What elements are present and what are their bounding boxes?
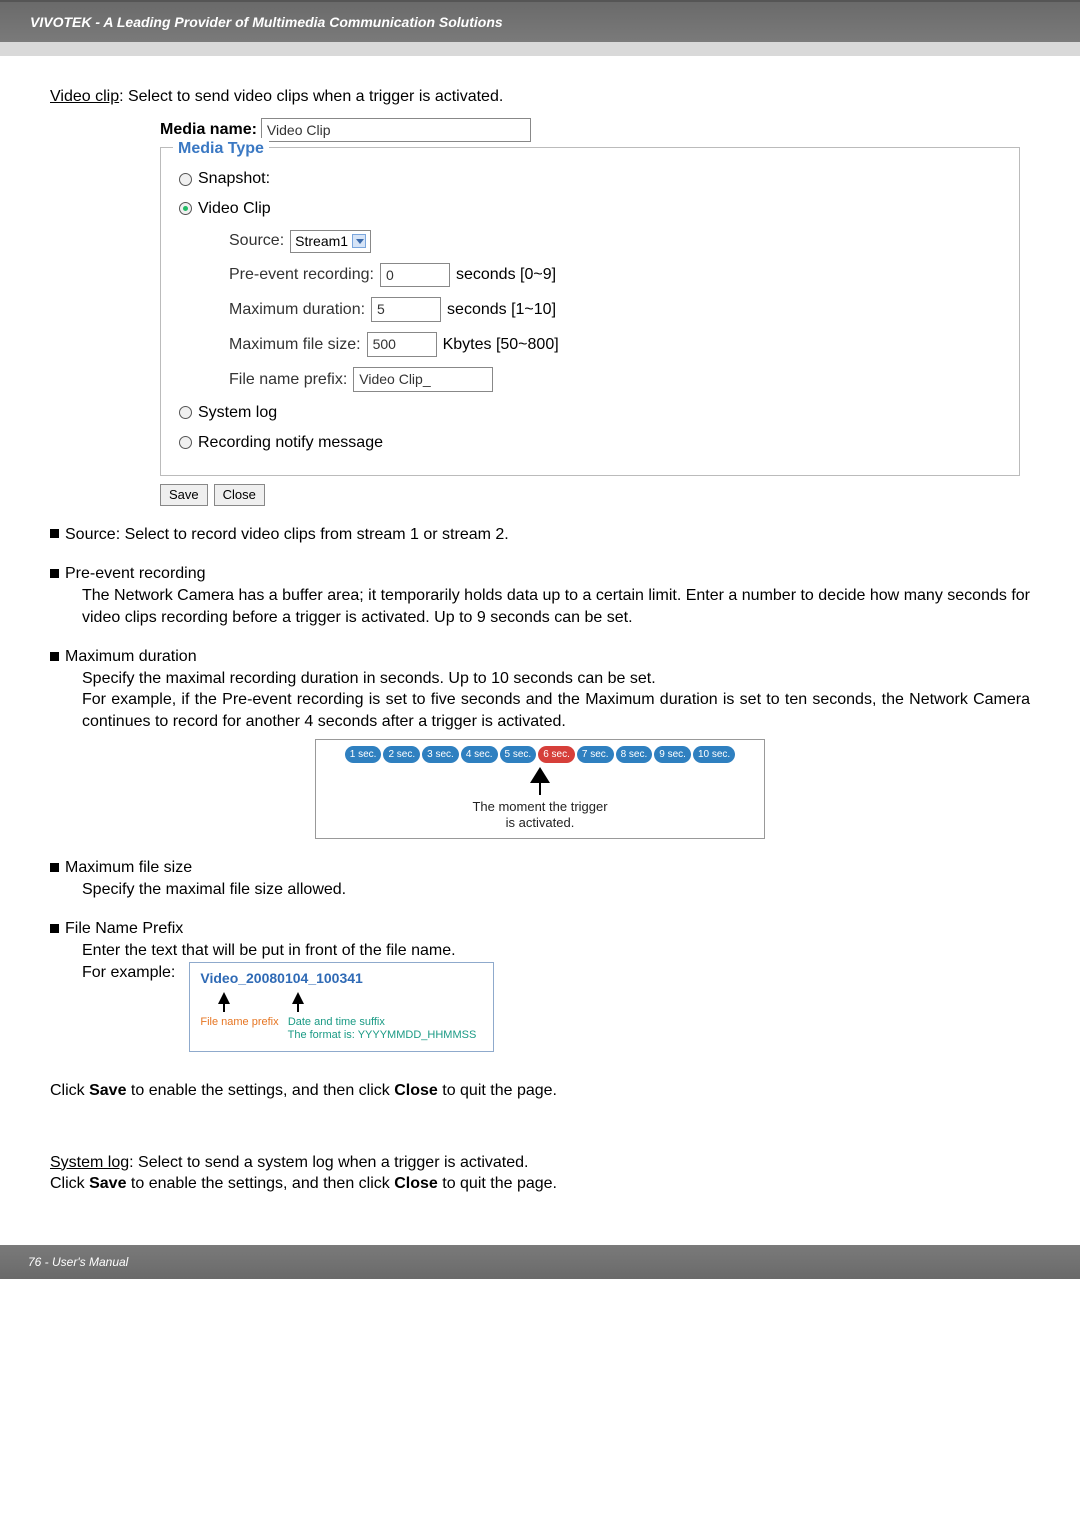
system-log-lead: System log	[50, 1154, 129, 1171]
timeline-pill: 4 sec.	[461, 746, 498, 764]
bullet-maxdur: Maximum duration	[50, 646, 1030, 668]
for-example-text: For example:	[82, 962, 175, 984]
file-prefix-label: File name prefix:	[229, 369, 347, 391]
video-clip-lead: Video clip	[50, 88, 119, 105]
prefix-left-label: File name prefix	[200, 1016, 278, 1028]
chevron-down-icon	[352, 234, 366, 248]
timeline-caption-1: The moment the trigger	[324, 799, 756, 815]
sc1d: Close	[394, 1082, 438, 1099]
arrow-up-icon	[530, 767, 550, 783]
file-prefix-field[interactable]: Video Clip_	[353, 367, 493, 392]
save-close-para-1: Click Save to enable the settings, and t…	[50, 1080, 1030, 1102]
sc2e: to quit the page.	[438, 1175, 557, 1192]
system-log-intro: System log: Select to send a system log …	[50, 1152, 1030, 1174]
source-value: Stream1	[295, 232, 348, 251]
media-name-field[interactable]: Video Clip	[261, 118, 531, 143]
bullet-fileprefix-title: File Name Prefix	[65, 920, 183, 937]
bullet-fileprefix: File Name Prefix	[50, 918, 1030, 940]
sc2b: Save	[89, 1175, 126, 1192]
prefix-example-filename: Video_20080104_100341	[200, 969, 483, 988]
fileprefix-body: Enter the text that will be put in front…	[82, 940, 1030, 962]
sc1e: to quit the page.	[438, 1082, 557, 1099]
maxfile-body: Specify the maximal file size allowed.	[82, 879, 1030, 901]
pre-event-label: Pre-event recording:	[229, 264, 374, 286]
pre-event-suffix: seconds [0~9]	[456, 264, 556, 286]
arrow-up-icon	[292, 992, 304, 1004]
timeline-pill: 1 sec.	[345, 746, 382, 764]
timeline-pills: 1 sec.2 sec.3 sec.4 sec.5 sec.6 sec.7 se…	[324, 746, 756, 764]
page-footer: 76 - User's Manual	[0, 1245, 1080, 1279]
footer-page-label: 76 - User's Manual	[28, 1255, 128, 1269]
bullet-maxfile: Maximum file size	[50, 857, 1030, 879]
max-duration-field[interactable]: 5	[371, 297, 441, 322]
sc2a: Click	[50, 1175, 89, 1192]
media-type-fieldset: Media Type Snapshot: Video Clip Source: …	[160, 147, 1020, 476]
bullet-source: Source: Select to record video clips fro…	[50, 524, 1030, 546]
bullet-maxdur-title: Maximum duration	[65, 648, 197, 665]
timeline-pill: 9 sec.	[654, 746, 691, 764]
save-close-para-2: Click Save to enable the settings, and t…	[50, 1173, 1030, 1195]
video-clip-rest: : Select to send video clips when a trig…	[119, 88, 503, 105]
timeline-pill: 5 sec.	[500, 746, 537, 764]
system-log-radio[interactable]	[179, 406, 192, 419]
prefix-right-label-1: Date and time suffix	[288, 1016, 385, 1028]
video-clip-label: Video Clip	[198, 198, 271, 220]
timeline-pill: 3 sec.	[422, 746, 459, 764]
recording-notify-radio[interactable]	[179, 436, 192, 449]
max-duration-suffix: seconds [1~10]	[447, 299, 556, 321]
arrow-up-icon	[218, 992, 230, 1004]
system-log-label: System log	[198, 402, 277, 424]
timeline-caption-2: is activated.	[324, 815, 756, 831]
source-label: Source:	[229, 230, 284, 252]
header-divider	[0, 42, 1080, 56]
bullet-source-text: Source: Select to record video clips fro…	[65, 526, 509, 543]
timeline-pill: 7 sec.	[577, 746, 614, 764]
preevent-body: The Network Camera has a buffer area; it…	[82, 585, 1030, 628]
timeline-pill: 10 sec.	[693, 746, 735, 764]
media-form: Media name: Video Clip Media Type Snapsh…	[160, 118, 1030, 506]
bullet-preevent: Pre-event recording	[50, 563, 1030, 585]
page-header: VIVOTEK - A Leading Provider of Multimed…	[0, 0, 1080, 42]
sc1a: Click	[50, 1082, 89, 1099]
media-type-legend: Media Type	[173, 138, 269, 160]
header-title: VIVOTEK - A Leading Provider of Multimed…	[30, 14, 503, 30]
sc1c: to enable the settings, and then click	[126, 1082, 394, 1099]
arrow-stem	[539, 783, 541, 795]
snapshot-radio[interactable]	[179, 173, 192, 186]
video-clip-intro: Video clip: Select to send video clips w…	[50, 86, 1030, 108]
save-button[interactable]: Save	[160, 484, 208, 506]
prefix-example-figure: Video_20080104_100341 File name prefix D…	[189, 962, 494, 1052]
prefix-right-label-2: The format is: YYYYMMDD_HHMMSS	[288, 1029, 477, 1041]
source-select[interactable]: Stream1	[290, 230, 371, 253]
max-filesize-label: Maximum file size:	[229, 334, 361, 356]
bullet-maxfile-title: Maximum file size	[65, 859, 192, 876]
timeline-pill: 8 sec.	[616, 746, 653, 764]
sc2c: to enable the settings, and then click	[126, 1175, 394, 1192]
maxdur-body1: Specify the maximal recording duration i…	[82, 668, 1030, 690]
timeline-pill: 2 sec.	[383, 746, 420, 764]
timeline-pill: 6 sec.	[538, 746, 575, 764]
pre-event-field[interactable]: 0	[380, 263, 450, 288]
close-button[interactable]: Close	[214, 484, 265, 506]
timeline-figure: 1 sec.2 sec.3 sec.4 sec.5 sec.6 sec.7 se…	[315, 739, 765, 840]
max-duration-label: Maximum duration:	[229, 299, 365, 321]
max-filesize-suffix: Kbytes [50~800]	[443, 334, 559, 356]
maxdur-body2: For example, if the Pre-event recording …	[82, 689, 1030, 732]
system-log-rest: : Select to send a system log when a tri…	[129, 1154, 528, 1171]
sc2d: Close	[394, 1175, 438, 1192]
max-filesize-field[interactable]: 500	[367, 332, 437, 357]
bullet-preevent-title: Pre-event recording	[65, 565, 206, 582]
video-clip-radio[interactable]	[179, 202, 192, 215]
recording-notify-label: Recording notify message	[198, 432, 383, 454]
snapshot-label: Snapshot:	[198, 168, 270, 190]
sc1b: Save	[89, 1082, 126, 1099]
